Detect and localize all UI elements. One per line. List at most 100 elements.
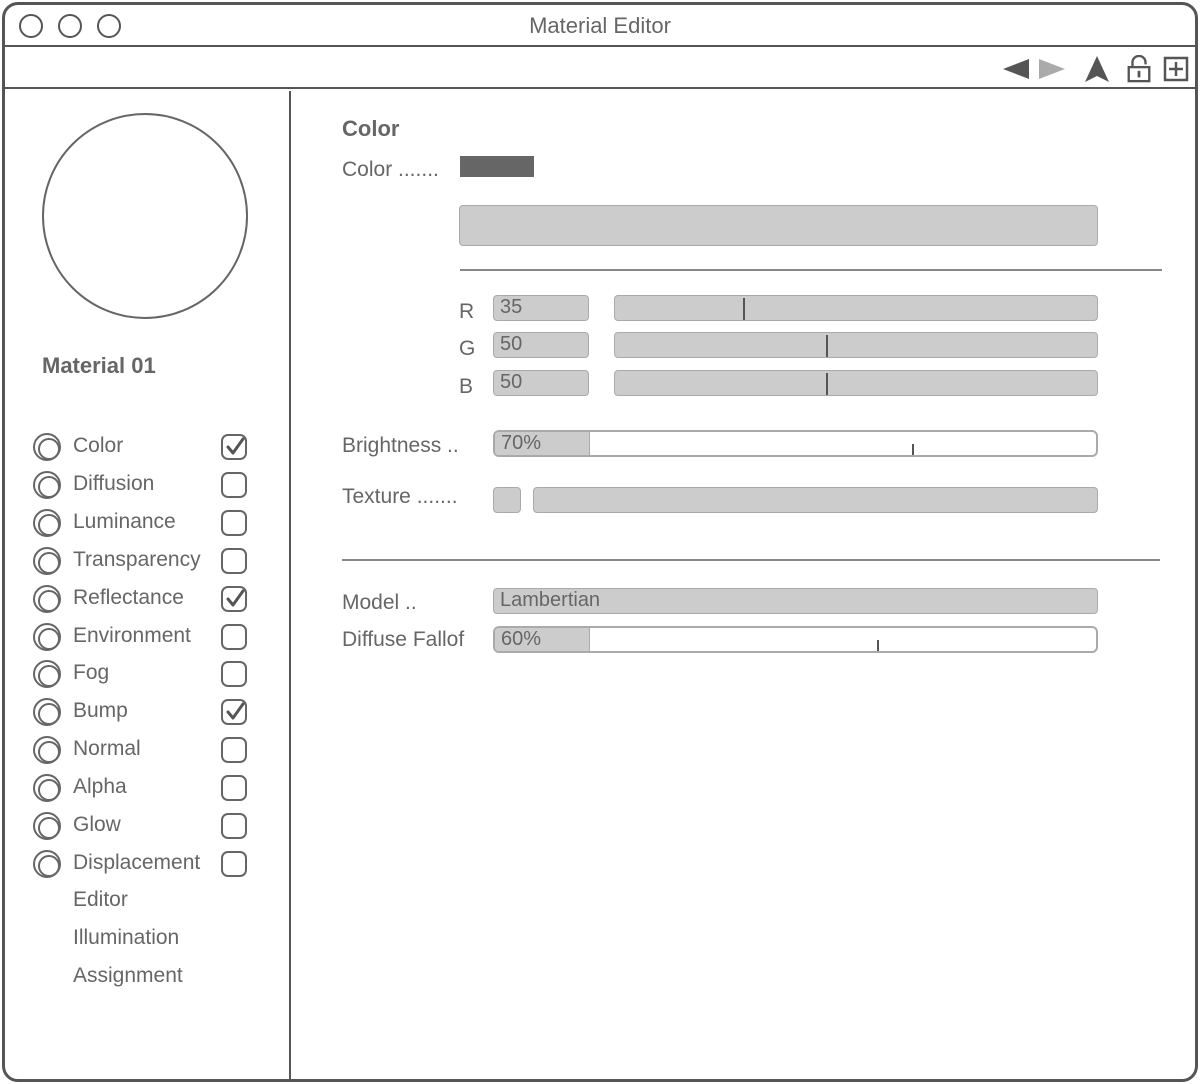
diffuse-falloff-handle[interactable] bbox=[877, 640, 879, 651]
channel-label: Luminance bbox=[73, 510, 176, 533]
diffuse-falloff-value: 60% bbox=[501, 628, 542, 650]
channel-checkbox-glow[interactable] bbox=[221, 813, 247, 839]
diffuse-falloff-label: Diffuse Fallof bbox=[342, 628, 465, 651]
arrow-left-icon[interactable] bbox=[1001, 55, 1031, 83]
brightness-label: Brightness .. bbox=[342, 434, 459, 457]
channel-label: Diffusion bbox=[73, 472, 155, 495]
r-value-input[interactable]: 35 bbox=[493, 295, 589, 321]
navigate-up-icon[interactable] bbox=[1084, 55, 1110, 83]
channel-item-glow[interactable]: Glow bbox=[33, 810, 253, 842]
material-preview bbox=[42, 113, 248, 319]
diffuse-falloff-slider[interactable]: 60% bbox=[493, 626, 1098, 653]
checkmark-icon bbox=[226, 437, 245, 455]
channel-item-bump[interactable]: Bump bbox=[33, 696, 253, 728]
r-slider[interactable] bbox=[614, 295, 1098, 321]
checkmark-icon bbox=[226, 589, 245, 607]
texture-field[interactable] bbox=[533, 487, 1098, 513]
channel-item-fog[interactable]: Fog bbox=[33, 658, 253, 690]
material-editor-window: Material Editor Material 01 Color Diffusi… bbox=[2, 2, 1198, 1082]
b-value-input[interactable]: 50 bbox=[493, 370, 589, 396]
g-value: 50 bbox=[500, 333, 523, 355]
g-value-input[interactable]: 50 bbox=[493, 332, 589, 358]
channel-radio-color[interactable] bbox=[33, 433, 61, 461]
r-label: R bbox=[459, 300, 475, 323]
channel-label: Color bbox=[73, 434, 124, 457]
arrow-right-icon[interactable] bbox=[1037, 55, 1067, 83]
b-value: 50 bbox=[500, 371, 523, 393]
model-label: Model .. bbox=[342, 591, 417, 614]
channel-item-luminance[interactable]: Luminance bbox=[33, 507, 253, 539]
brightness-slider[interactable]: 70% bbox=[493, 430, 1098, 457]
channel-checkbox-reflectance[interactable] bbox=[221, 586, 247, 612]
brightness-handle[interactable] bbox=[912, 444, 914, 455]
sidebar-item-illumination[interactable]: Illumination bbox=[73, 926, 179, 950]
channel-label: Alpha bbox=[73, 775, 127, 798]
channel-radio-bump[interactable] bbox=[33, 698, 61, 726]
channel-label: Normal bbox=[73, 737, 141, 760]
channel-label: Reflectance bbox=[73, 586, 184, 609]
channel-radio-fog[interactable] bbox=[33, 660, 61, 688]
channel-label: Environment bbox=[73, 624, 191, 647]
r-slider-handle[interactable] bbox=[743, 298, 745, 320]
channel-label: Glow bbox=[73, 813, 121, 836]
texture-button[interactable] bbox=[493, 487, 521, 513]
color-swatch[interactable] bbox=[460, 156, 534, 177]
lock-open-icon[interactable] bbox=[1126, 55, 1152, 83]
channel-item-transparency[interactable]: Transparency bbox=[33, 545, 253, 577]
channel-item-diffusion[interactable]: Diffusion bbox=[33, 469, 253, 501]
sidebar-item-editor[interactable]: Editor bbox=[73, 888, 128, 912]
channel-radio-normal[interactable] bbox=[33, 736, 61, 764]
channel-radio-diffusion[interactable] bbox=[33, 471, 61, 499]
model-value: Lambertian bbox=[500, 589, 601, 611]
new-window-icon[interactable] bbox=[1163, 55, 1189, 83]
channel-checkbox-fog[interactable] bbox=[221, 661, 247, 687]
channel-checkbox-transparency[interactable] bbox=[221, 548, 247, 574]
color-picker-field[interactable] bbox=[459, 205, 1098, 246]
divider bbox=[342, 559, 1160, 561]
channel-label: Displacement bbox=[73, 851, 201, 874]
g-slider[interactable] bbox=[614, 332, 1098, 358]
channel-item-color[interactable]: Color bbox=[33, 431, 253, 463]
channel-checkbox-displacement[interactable] bbox=[221, 851, 247, 877]
b-slider-handle[interactable] bbox=[826, 373, 828, 395]
toolbar bbox=[5, 49, 1195, 89]
channel-item-normal[interactable]: Normal bbox=[33, 734, 253, 766]
channel-checkbox-bump[interactable] bbox=[221, 699, 247, 725]
channel-radio-transparency[interactable] bbox=[33, 547, 61, 575]
g-label: G bbox=[459, 337, 476, 360]
channel-radio-displacement[interactable] bbox=[33, 850, 61, 878]
channel-item-alpha[interactable]: Alpha bbox=[33, 772, 253, 804]
main-panel: Color Color ....... R 35 G 50 B 50 Brigh… bbox=[293, 91, 1195, 1079]
b-slider[interactable] bbox=[614, 370, 1098, 396]
divider bbox=[460, 269, 1162, 271]
channel-label: Transparency bbox=[73, 548, 201, 571]
texture-label: Texture ....... bbox=[342, 485, 458, 508]
brightness-value: 70% bbox=[501, 432, 542, 454]
g-slider-handle[interactable] bbox=[826, 335, 828, 357]
channel-label: Fog bbox=[73, 661, 110, 684]
channel-checkbox-diffusion[interactable] bbox=[221, 472, 247, 498]
channel-radio-luminance[interactable] bbox=[33, 509, 61, 537]
channel-checkbox-luminance[interactable] bbox=[221, 510, 247, 536]
sidebar: Material 01 Color Diffusion Luminance Trans… bbox=[5, 91, 291, 1079]
model-select[interactable]: Lambertian bbox=[493, 588, 1098, 614]
channel-radio-environment[interactable] bbox=[33, 623, 61, 651]
channel-checkbox-color[interactable] bbox=[221, 434, 247, 460]
r-value: 35 bbox=[500, 296, 523, 318]
b-label: B bbox=[459, 375, 474, 398]
channel-checkbox-normal[interactable] bbox=[221, 737, 247, 763]
channel-item-displacement[interactable]: Displacement bbox=[33, 848, 253, 880]
channel-item-environment[interactable]: Environment bbox=[33, 621, 253, 653]
channel-checkbox-environment[interactable] bbox=[221, 624, 247, 650]
channel-radio-glow[interactable] bbox=[33, 812, 61, 840]
checkmark-icon bbox=[226, 702, 245, 720]
sidebar-item-assignment[interactable]: Assignment bbox=[73, 964, 183, 988]
channel-label: Bump bbox=[73, 699, 128, 722]
channel-checkbox-alpha[interactable] bbox=[221, 775, 247, 801]
title-bar: Material Editor bbox=[5, 5, 1195, 47]
color-label: Color ....... bbox=[342, 158, 439, 181]
channel-item-reflectance[interactable]: Reflectance bbox=[33, 583, 253, 615]
channel-radio-alpha[interactable] bbox=[33, 774, 61, 802]
section-title: Color bbox=[342, 116, 400, 141]
channel-radio-reflectance[interactable] bbox=[33, 585, 61, 613]
